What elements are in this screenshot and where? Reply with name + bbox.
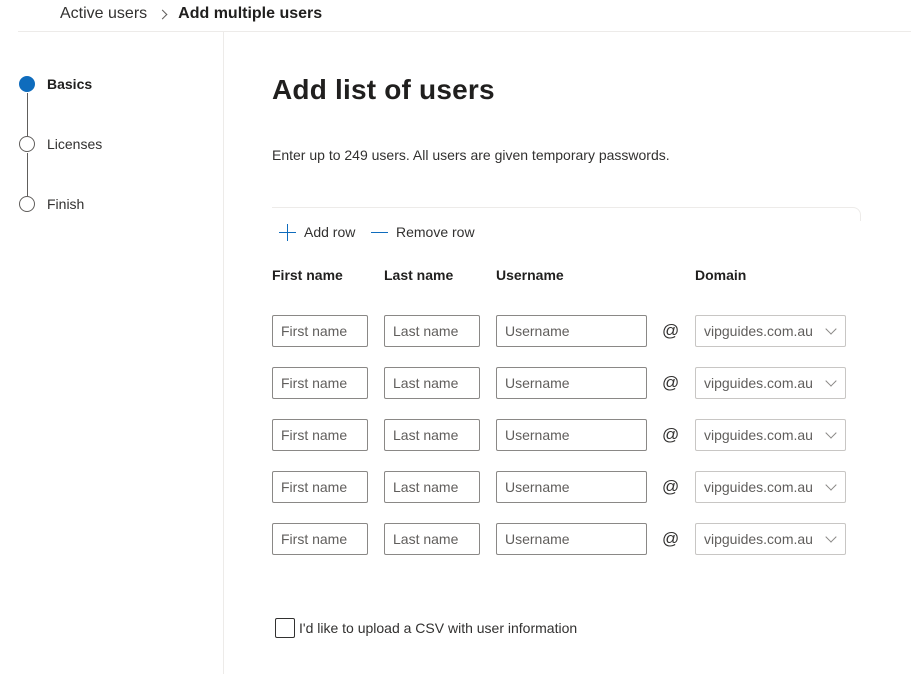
user-row: @ vipguides.com.au [272,367,852,419]
domain-value: vipguides.com.au [704,427,813,443]
step-label: Basics [47,76,93,92]
page-description: Enter up to 249 users. All users are giv… [272,147,670,163]
username-field[interactable] [496,419,647,451]
username-field[interactable] [496,471,647,503]
step-connector [26,153,28,196]
first-name-field[interactable] [272,419,368,451]
csv-upload-checkbox[interactable] [275,618,295,638]
chevron-right-icon [159,10,168,19]
domain-dropdown[interactable]: vipguides.com.au [695,419,846,451]
user-rows: @ vipguides.com.au @ vipguides.com.au @ … [272,315,852,575]
at-symbol: @ [662,373,680,392]
remove-row-label: Remove row [396,224,475,240]
at-symbol: @ [662,529,680,548]
at-symbol: @ [662,477,680,496]
domain-value: vipguides.com.au [704,375,813,391]
column-header-first-name: First name [272,267,343,283]
csv-option-label: I'd like to upload a CSV with user infor… [299,620,578,636]
chevron-down-icon [825,533,837,545]
remove-row-button[interactable]: Remove row [371,222,475,242]
step-dot-icon [19,196,35,212]
column-header-last-name: Last name [384,267,454,283]
domain-dropdown[interactable]: vipguides.com.au [695,471,846,503]
first-name-field[interactable] [272,367,368,399]
add-row-button[interactable]: Add row [279,222,355,242]
step-label: Licenses [47,136,103,152]
domain-dropdown[interactable]: vipguides.com.au [695,367,846,399]
breadcrumb-current: Add multiple users [178,5,323,22]
username-field[interactable] [496,367,647,399]
minus-icon [371,224,388,241]
chevron-down-icon [825,429,837,441]
domain-value: vipguides.com.au [704,531,813,547]
user-row: @ vipguides.com.au [272,523,852,575]
step-connector [26,93,28,136]
column-header-domain: Domain [695,267,747,283]
breadcrumb-active-users-link[interactable]: Active users [60,5,147,23]
step-dot-icon [19,136,35,152]
page-title: Add list of users [272,74,495,105]
first-name-field[interactable] [272,315,368,347]
last-name-field[interactable] [384,315,480,347]
domain-value: vipguides.com.au [704,479,813,495]
add-row-label: Add row [304,224,356,240]
plus-icon [279,223,296,241]
at-symbol: @ [662,425,680,444]
domain-dropdown[interactable]: vipguides.com.au [695,315,846,347]
step-label: Finish [47,196,85,212]
user-row: @ vipguides.com.au [272,419,852,471]
chevron-down-icon [825,325,837,337]
sidebar-divider [223,32,224,674]
last-name-field[interactable] [384,419,480,451]
domain-dropdown[interactable]: vipguides.com.au [695,523,846,555]
last-name-field[interactable] [384,367,480,399]
first-name-field[interactable] [272,523,368,555]
first-name-field[interactable] [272,471,368,503]
step-active-dot-icon [19,76,35,92]
toolbar-divider [272,207,861,221]
chevron-down-icon [825,481,837,493]
user-row: @ vipguides.com.au [272,315,852,367]
user-row: @ vipguides.com.au [272,471,852,523]
username-field[interactable] [496,523,647,555]
csv-option: I'd like to upload a CSV with user infor… [275,618,577,638]
last-name-field[interactable] [384,523,480,555]
last-name-field[interactable] [384,471,480,503]
at-symbol: @ [662,321,680,340]
chevron-down-icon [825,377,837,389]
header-divider [18,31,911,32]
breadcrumb: Active users Add multiple users [60,4,322,24]
domain-value: vipguides.com.au [704,323,813,339]
column-header-username: Username [496,267,564,283]
username-field[interactable] [496,315,647,347]
